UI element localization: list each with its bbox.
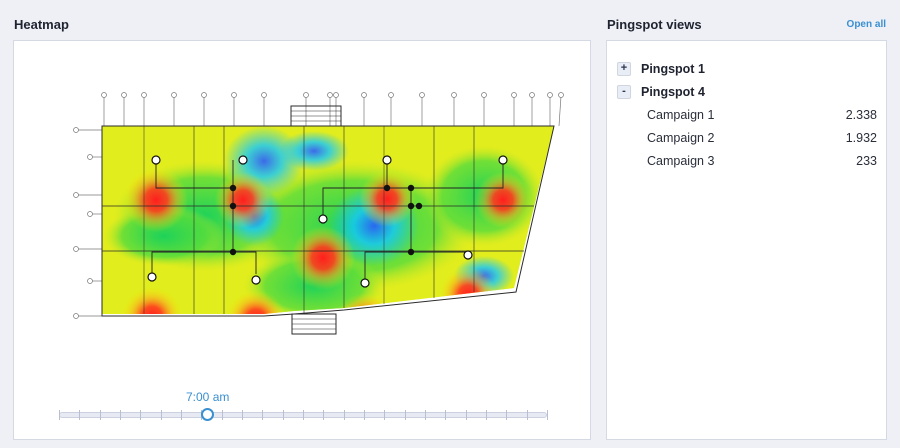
slider-tick [161, 410, 162, 420]
slider-tick [323, 410, 324, 420]
slider-tick [140, 410, 141, 420]
slider-tick [242, 410, 243, 420]
campaign-row[interactable]: Campaign 2 1.932 [617, 126, 877, 149]
open-all-link[interactable]: Open all [847, 19, 886, 30]
expand-icon[interactable]: + [617, 61, 631, 76]
slider-tick [100, 410, 101, 420]
slider-tick [283, 410, 284, 420]
slider-tick [364, 410, 365, 420]
pingspot-views-panel: + Pingspot 1 - Pingspot 4 Campaign 1 2.3… [606, 40, 887, 440]
heatmap-panel: 7:00 am [13, 40, 591, 440]
heatmap-title: Heatmap [14, 17, 69, 32]
campaign-label: Campaign 3 [647, 153, 715, 168]
slider-tick [79, 410, 80, 420]
collapse-icon[interactable]: - [617, 84, 631, 99]
campaign-views-count: 2.338 [845, 107, 877, 122]
floorplan-heatmap [73, 92, 564, 335]
pingspot-group-label[interactable]: Pingspot 4 [641, 85, 705, 99]
slider-tick [303, 410, 304, 420]
slider-tick [445, 410, 446, 420]
campaign-label: Campaign 1 [647, 107, 715, 122]
slider-tick [425, 410, 426, 420]
pingspot-group-row[interactable]: + Pingspot 1 [617, 57, 877, 80]
slider-tick [181, 410, 182, 420]
slider-tick [466, 410, 467, 420]
pingspot-group-label[interactable]: Pingspot 1 [641, 62, 705, 76]
slider-tick [262, 410, 263, 420]
campaign-views-count: 1.932 [845, 130, 877, 145]
pingspot-views-title: Pingspot views [607, 17, 702, 32]
slider-tick [405, 410, 406, 420]
slider-tick [222, 410, 223, 420]
time-slider-thumb[interactable] [201, 408, 214, 421]
pingspot-tree: + Pingspot 1 - Pingspot 4 Campaign 1 2.3… [617, 57, 877, 172]
time-label: 7:00 am [186, 390, 230, 404]
campaign-row[interactable]: Campaign 3 233 [617, 149, 877, 172]
slider-tick [120, 410, 121, 420]
pingspot-group-row[interactable]: - Pingspot 4 [617, 80, 877, 103]
campaign-views-count: 233 [856, 153, 877, 168]
campaign-row[interactable]: Campaign 1 2.338 [617, 103, 877, 126]
slider-tick [506, 410, 507, 420]
slider-tick [527, 410, 528, 420]
slider-tick [486, 410, 487, 420]
slider-tick [59, 410, 60, 420]
slider-tick [547, 410, 548, 420]
heatmap-layer [102, 126, 554, 314]
campaign-label: Campaign 2 [647, 130, 715, 145]
slider-tick [384, 410, 385, 420]
slider-tick [344, 410, 345, 420]
